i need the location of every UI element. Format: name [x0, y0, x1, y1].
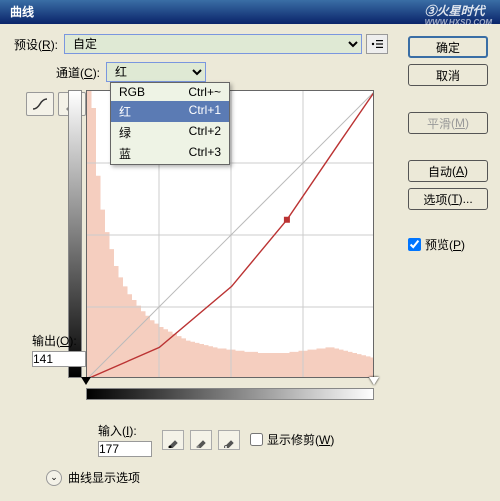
window-title: 曲线: [10, 5, 34, 19]
preview-input[interactable]: [408, 238, 421, 251]
input-label: 输入(I):: [98, 422, 152, 439]
preset-menu-button[interactable]: [366, 34, 388, 54]
ok-button[interactable]: 确定: [408, 36, 488, 58]
show-clip-input[interactable]: [250, 433, 263, 446]
gray-eyedropper[interactable]: [190, 430, 212, 450]
show-clip-checkbox[interactable]: 显示修剪(W): [250, 431, 334, 448]
channel-option[interactable]: RGBCtrl+~: [111, 83, 229, 101]
eyedropper-icon: [194, 434, 208, 448]
channel-label: 通道(C):: [56, 64, 100, 81]
preset-select[interactable]: 自定: [64, 34, 362, 54]
preview-checkbox[interactable]: 预览(P): [408, 236, 488, 253]
white-point-slider[interactable]: [369, 377, 379, 385]
channel-select[interactable]: 红: [106, 62, 206, 82]
menu-icon: [371, 39, 383, 49]
channel-dropdown: RGBCtrl+~红Ctrl+1绿Ctrl+2蓝Ctrl+3: [110, 82, 230, 165]
auto-button[interactable]: 自动(A): [408, 160, 488, 182]
watermark: ③火星时代WWW.HXSD.COM: [425, 2, 492, 26]
output-field[interactable]: [32, 351, 86, 367]
chevron-down-icon: ⌄: [46, 470, 62, 486]
show-clip-label: 显示修剪(W): [267, 431, 334, 448]
curve-tool-button[interactable]: [26, 92, 54, 116]
curve-tool-icon: [31, 97, 49, 111]
cancel-button[interactable]: 取消: [408, 64, 488, 86]
smooth-button[interactable]: 平滑(M): [408, 112, 488, 134]
black-eyedropper[interactable]: [162, 430, 184, 450]
eyedropper-icon: [222, 434, 236, 448]
channel-option[interactable]: 红Ctrl+1: [111, 101, 229, 122]
input-field[interactable]: [98, 441, 152, 457]
input-gradient: [86, 388, 374, 400]
output-label: 输出(O):: [32, 332, 86, 349]
channel-option[interactable]: 绿Ctrl+2: [111, 122, 229, 143]
white-eyedropper[interactable]: [218, 430, 240, 450]
eyedropper-icon: [166, 434, 180, 448]
display-options-label: 曲线显示选项: [68, 469, 140, 486]
display-options-expander[interactable]: ⌄ 曲线显示选项: [46, 469, 490, 486]
channel-option[interactable]: 蓝Ctrl+3: [111, 143, 229, 164]
preset-label: 预设(R):: [14, 36, 58, 53]
options-button[interactable]: 选项(T)...: [408, 188, 488, 210]
black-point-slider[interactable]: [81, 377, 91, 385]
preview-label: 预览(P): [425, 236, 465, 253]
title-bar: 曲线 ③火星时代WWW.HXSD.COM: [0, 0, 500, 24]
